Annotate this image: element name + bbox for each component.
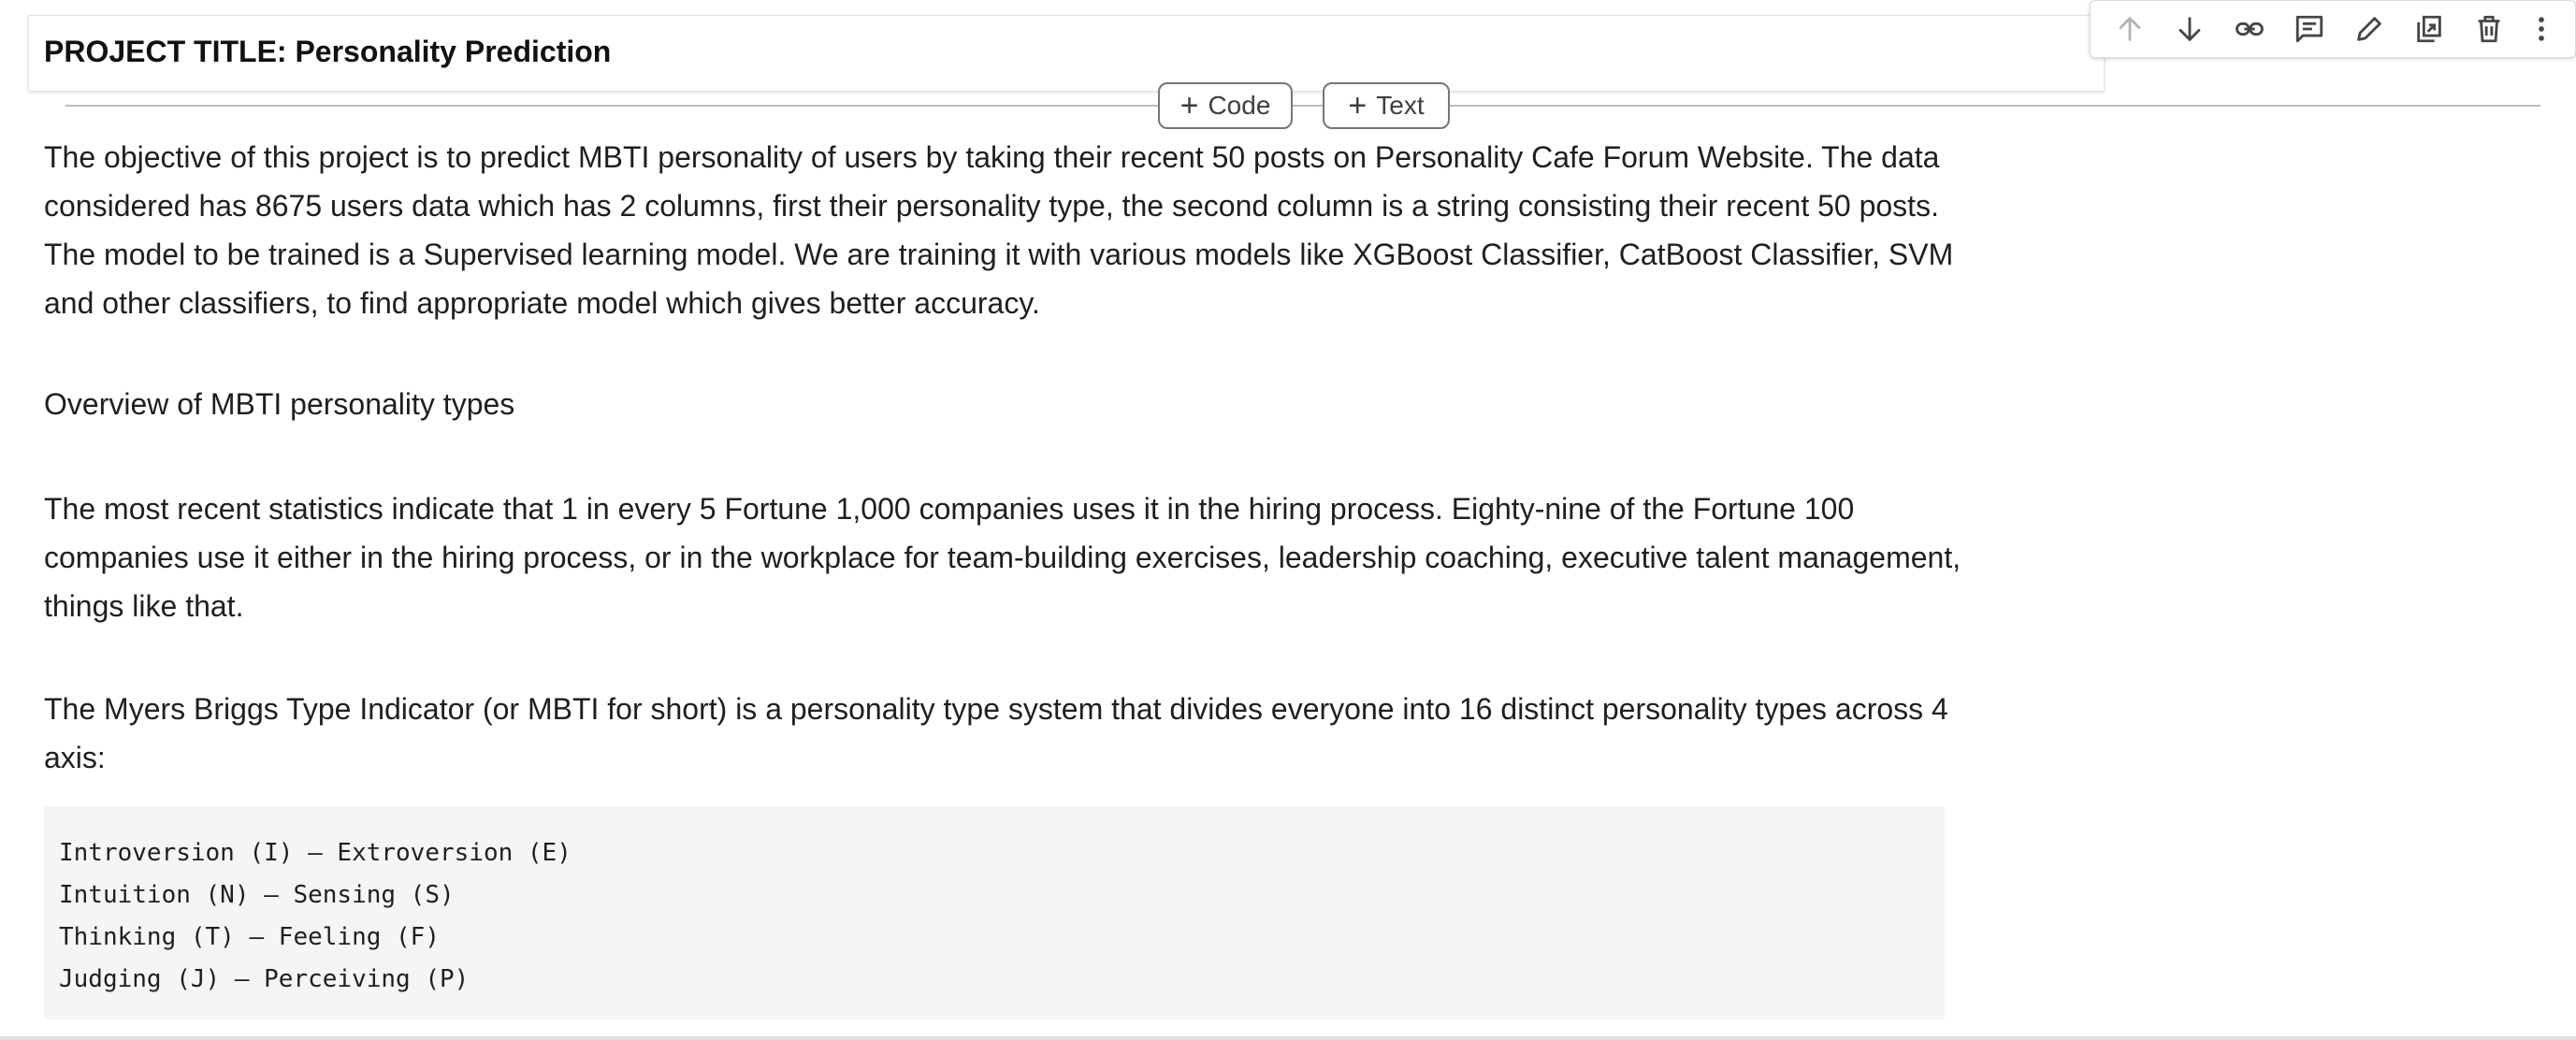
- mirror-cell-icon: [2417, 15, 2441, 43]
- move-cell-up-button[interactable]: [2100, 3, 2160, 55]
- pencil-icon: [2357, 17, 2381, 41]
- code-line: Judging (J) – Perceiving (P): [59, 965, 470, 993]
- trash-icon: [2478, 15, 2500, 43]
- cell-toolbar: [2090, 0, 2576, 58]
- add-text-label: Text: [1376, 91, 1425, 120]
- more-actions-button[interactable]: [2519, 3, 2564, 55]
- code-line: Thinking (T) – Feeling (F): [59, 923, 440, 951]
- move-cell-down-button[interactable]: [2160, 3, 2220, 55]
- plus-icon: +: [1179, 88, 1199, 123]
- objective-paragraph: The objective of this project is to pred…: [44, 140, 1954, 320]
- comment-icon: [2295, 15, 2323, 43]
- mbti-axes-code-block: Introversion (I) – Extroversion (E) Intu…: [44, 806, 1945, 1019]
- edit-cell-button[interactable]: [2339, 3, 2399, 55]
- page-title: PROJECT TITLE: Personality Prediction: [44, 35, 612, 68]
- mbti-description-paragraph: The Myers Briggs Type Indicator (or MBTI…: [44, 692, 1948, 774]
- arrow-up-icon: [2119, 17, 2141, 41]
- add-comment-button[interactable]: [2279, 3, 2339, 55]
- cell-bottom-border: [0, 1036, 2576, 1040]
- add-text-cell-button[interactable]: + Text: [1323, 82, 1450, 129]
- plus-icon: +: [1348, 88, 1368, 123]
- mirror-cell-button[interactable]: [2399, 3, 2459, 55]
- notebook-page: PROJECT TITLE: Personality Prediction +: [0, 0, 2576, 1040]
- statistics-paragraph: The most recent statistics indicate that…: [44, 492, 1961, 623]
- copy-link-button[interactable]: [2220, 3, 2279, 55]
- link-icon: [2236, 22, 2264, 36]
- arrow-down-icon: [2178, 17, 2201, 41]
- code-line: Intuition (N) – Sensing (S): [59, 881, 455, 909]
- overview-heading: Overview of MBTI personality types: [44, 387, 515, 421]
- more-vert-icon: [2539, 17, 2544, 41]
- code-line: Introversion (I) – Extroversion (E): [59, 839, 572, 867]
- title-text-cell[interactable]: PROJECT TITLE: Personality Prediction: [28, 15, 2105, 92]
- add-code-cell-button[interactable]: + Code: [1158, 82, 1293, 129]
- add-code-label: Code: [1208, 91, 1271, 120]
- delete-cell-button[interactable]: [2459, 3, 2519, 55]
- cell-divider: [65, 105, 2540, 107]
